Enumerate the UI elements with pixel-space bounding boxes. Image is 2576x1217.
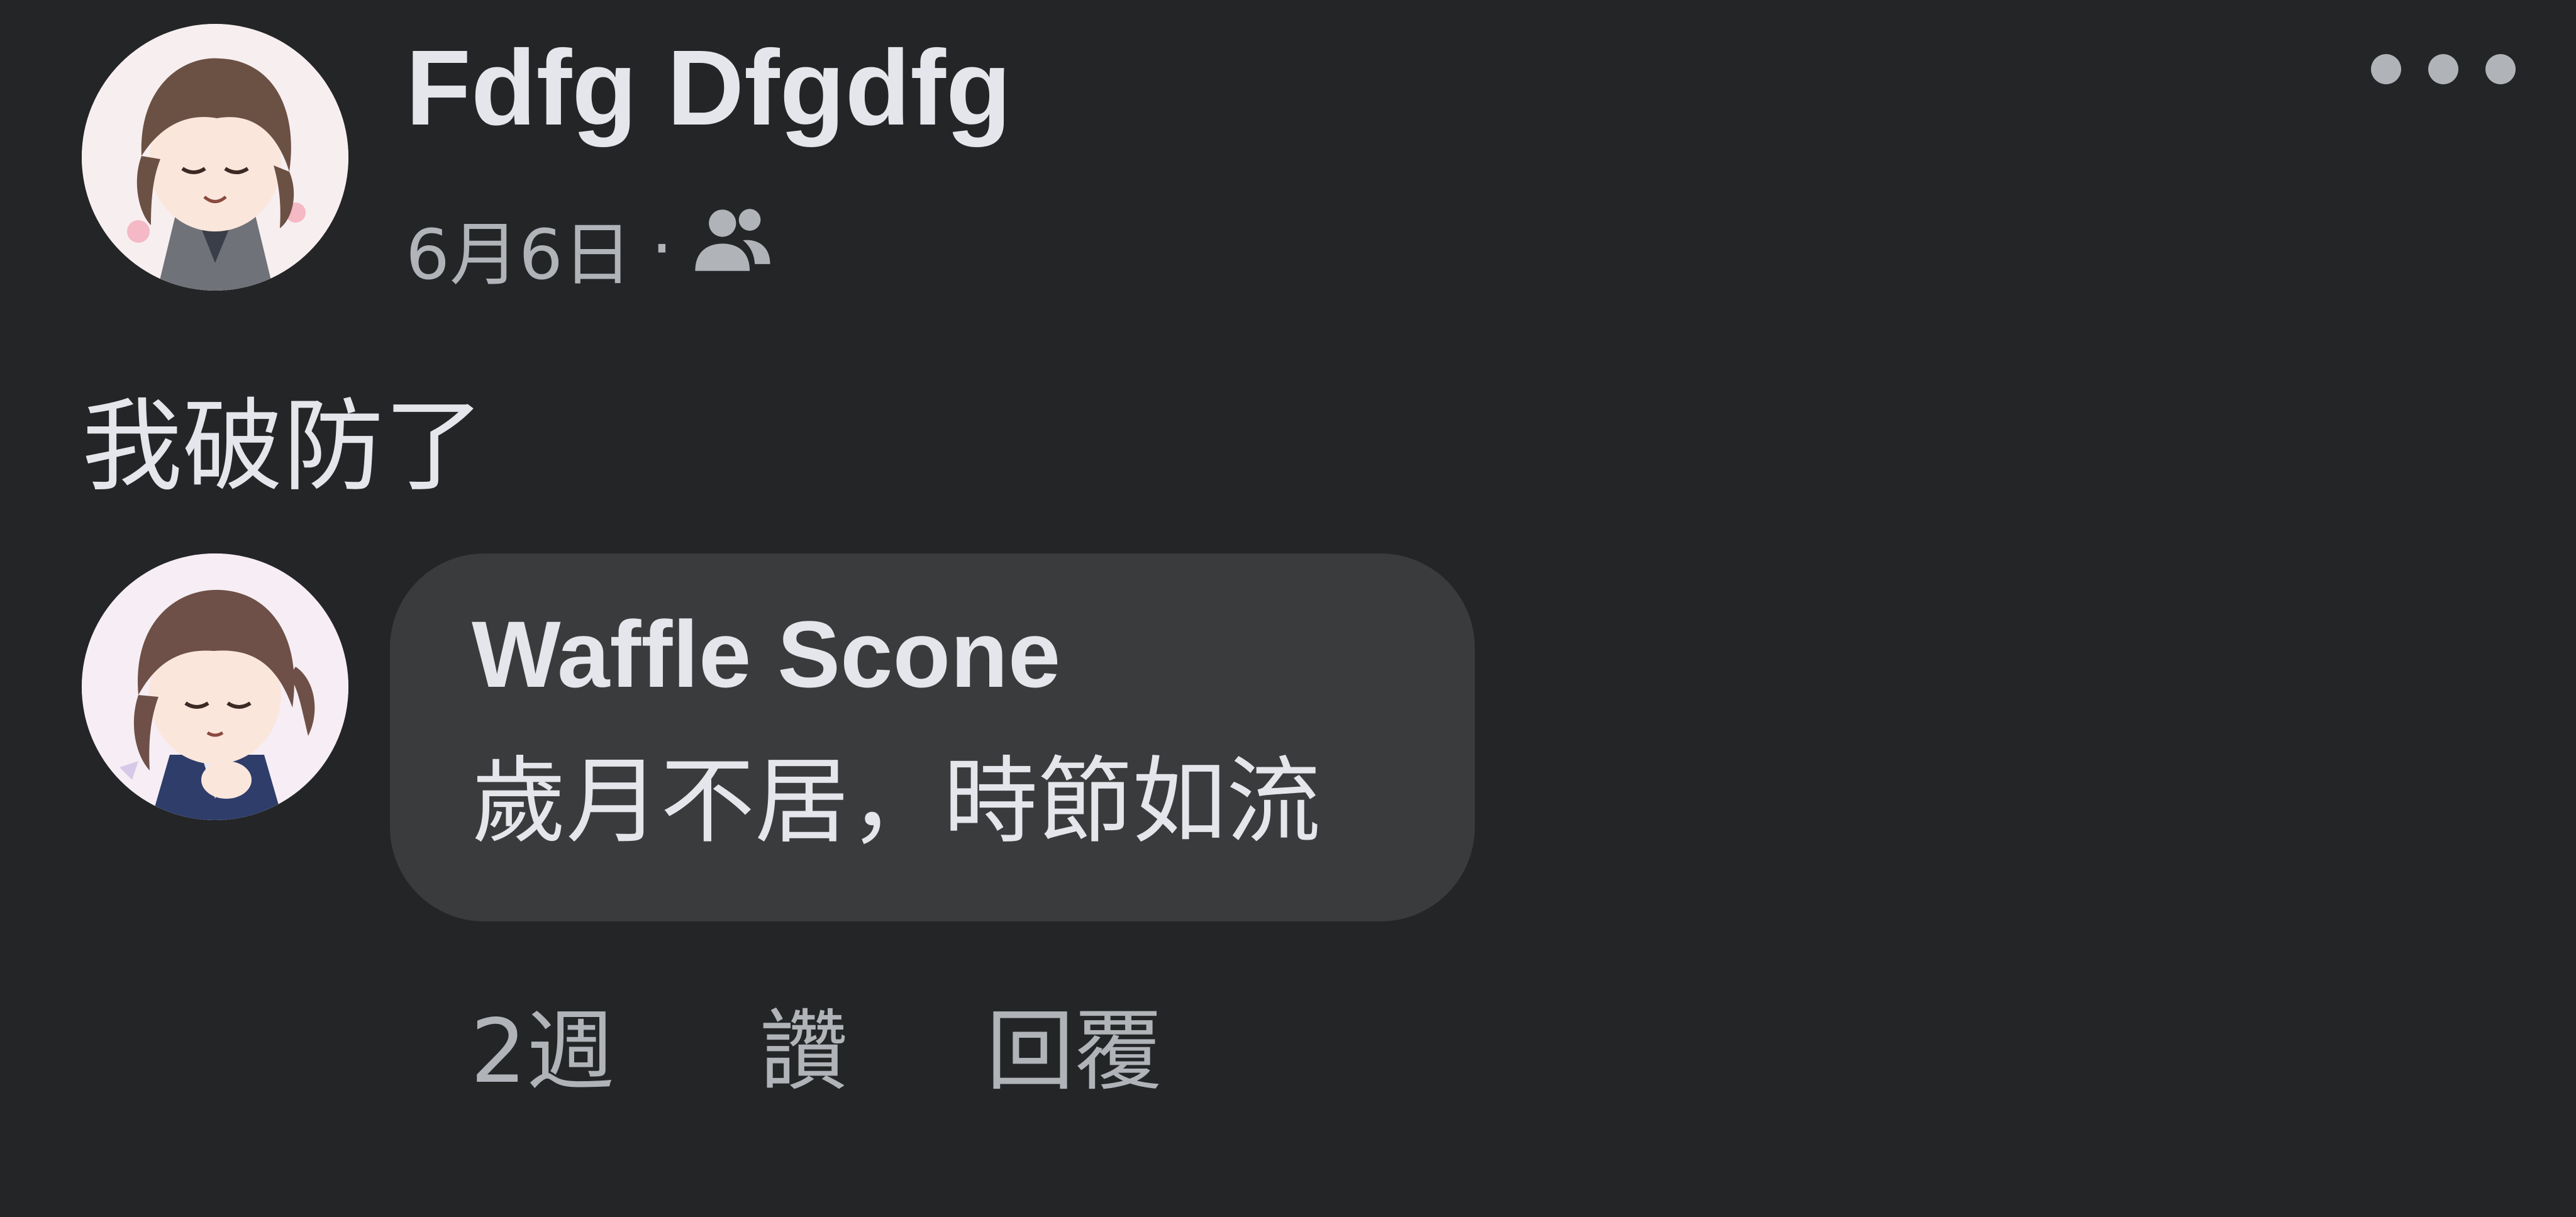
commenter-name[interactable]: Waffle Scone bbox=[472, 597, 1060, 711]
friends-icon[interactable] bbox=[692, 199, 774, 297]
like-button[interactable]: 讚 bbox=[760, 981, 986, 1108]
comment-actions: 2週 讚 回覆 bbox=[470, 981, 1162, 1107]
meta-separator: · bbox=[650, 208, 673, 289]
more-options-button[interactable] bbox=[2371, 44, 2516, 94]
comment-bubble: Waffle Scone 歲月不居，時節如流 bbox=[390, 553, 1475, 921]
commenter-avatar-image bbox=[82, 553, 348, 820]
post-author-name[interactable]: Fdfg Dfgdfg bbox=[406, 25, 1011, 151]
more-horizontal-icon bbox=[2371, 54, 2401, 84]
comment-text: 歲月不居，時節如流 bbox=[472, 747, 1321, 857]
post-meta: 6月6日 · bbox=[406, 195, 774, 302]
more-dot bbox=[2428, 54, 2458, 84]
commenter-avatar[interactable] bbox=[82, 553, 348, 820]
author-avatar-image bbox=[82, 24, 348, 291]
post-date[interactable]: 6月6日 bbox=[406, 198, 632, 299]
reply-button[interactable]: 回覆 bbox=[986, 981, 1162, 1108]
post-text: 我破防了 bbox=[82, 387, 485, 505]
post-header: Fdfg Dfgdfg 6月6日 · 我破防了 bbox=[0, 0, 2576, 516]
author-avatar[interactable] bbox=[82, 24, 348, 291]
comment-timestamp[interactable]: 2週 bbox=[470, 981, 760, 1108]
more-dot bbox=[2485, 54, 2516, 84]
